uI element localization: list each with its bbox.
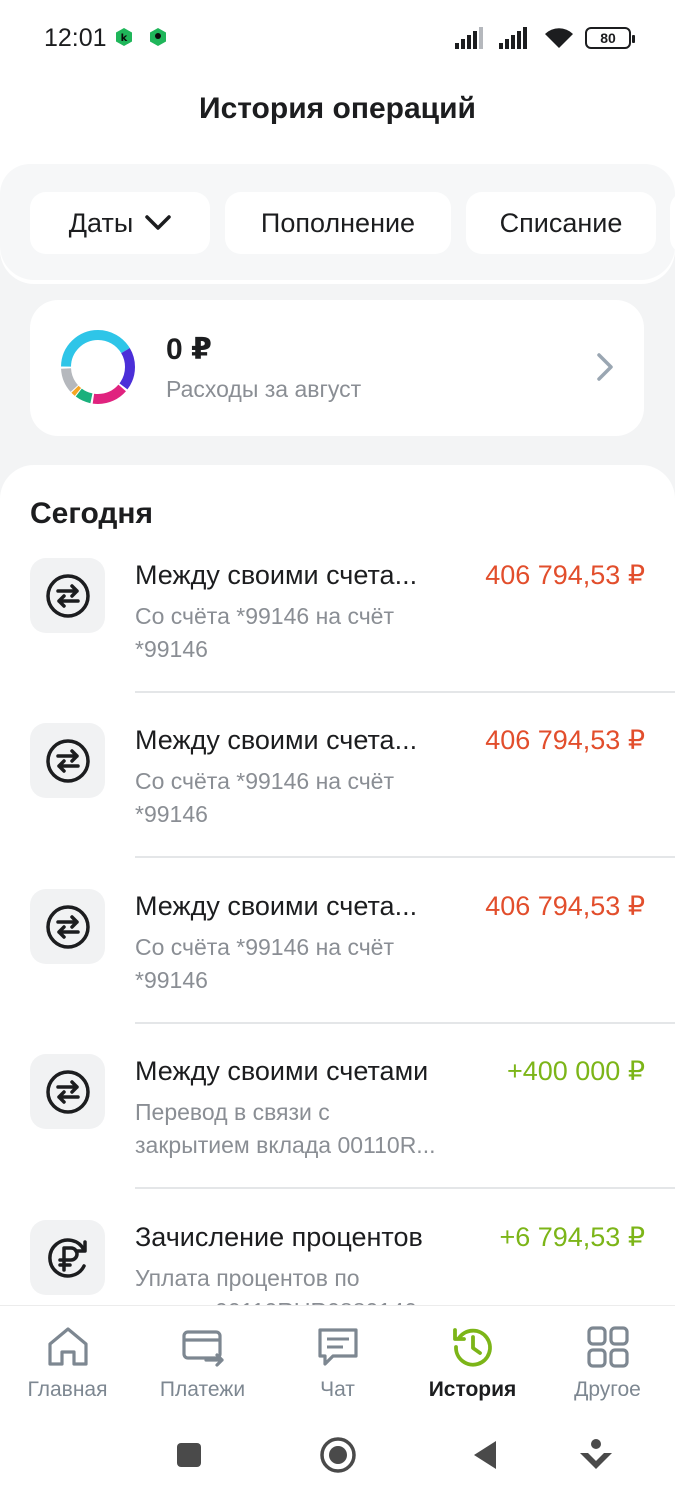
status-indicators: 80 bbox=[455, 24, 635, 52]
nav-history-label: История bbox=[428, 1378, 517, 1401]
chevron-down-icon bbox=[145, 215, 171, 230]
operation-title: Между своими счета... bbox=[135, 560, 418, 590]
page-title: История операций bbox=[199, 92, 476, 125]
nav-payments-label: Платежи bbox=[159, 1378, 246, 1401]
grid-icon bbox=[587, 1326, 629, 1368]
operation-amount: +6 794,53 ₽ bbox=[499, 1222, 645, 1252]
page-header: История операций bbox=[0, 74, 675, 154]
chevron-right-icon bbox=[597, 353, 613, 381]
transfer-arrows-icon bbox=[45, 738, 90, 783]
payments-icon bbox=[182, 1330, 224, 1367]
operation-title: Зачисление процентов bbox=[135, 1222, 423, 1252]
shield-app-icon bbox=[150, 28, 166, 46]
status-time: 12:01 bbox=[44, 24, 107, 52]
signal-icon-2 bbox=[499, 27, 527, 49]
filter-debit[interactable]: Списание bbox=[466, 192, 656, 254]
operation-amount: 406 794,53 ₽ bbox=[485, 725, 645, 755]
operation-row[interactable]: Между своими счета... 406 794,53 ₽ Со сч… bbox=[0, 889, 675, 1055]
kaspersky-app-icon: k bbox=[116, 28, 132, 46]
operation-description-line: Перевод в связи с bbox=[135, 1099, 330, 1125]
nav-chat[interactable]: Чат bbox=[270, 1320, 405, 1410]
row-divider bbox=[135, 691, 675, 693]
operation-description-line: Уплата процентов по bbox=[135, 1265, 360, 1291]
filters-scroll[interactable]: Даты Пополнение Списание bbox=[0, 164, 675, 280]
operation-icon-box bbox=[30, 889, 105, 964]
expenses-label: Расходы за август bbox=[166, 376, 362, 402]
expenses-amount: 0 ₽ bbox=[166, 333, 212, 366]
operation-description: Со счёта *99146 на счёт *99146 bbox=[135, 600, 475, 666]
operations-list[interactable]: Сегодня Между своими счета... 406 794,53… bbox=[0, 465, 675, 1325]
operation-amount: +400 000 ₽ bbox=[506, 1056, 645, 1086]
bottom-navigation: Главная Платежи Чат История Другое bbox=[0, 1305, 675, 1417]
system-navigation-bar bbox=[0, 1417, 675, 1500]
nav-history[interactable]: История bbox=[405, 1320, 540, 1410]
transfer-arrows-icon bbox=[45, 904, 90, 949]
operation-description-line: Со счёта *99146 на счёт bbox=[135, 934, 394, 960]
signal-icon bbox=[455, 27, 483, 49]
wifi-icon bbox=[545, 28, 573, 48]
operation-title: Между своими счетами bbox=[135, 1056, 429, 1086]
operation-row[interactable]: Между своими счета... 406 794,53 ₽ Со сч… bbox=[0, 558, 675, 724]
operation-description-line: Со счёта *99146 на счёт bbox=[135, 768, 394, 794]
battery-indicator: 80 bbox=[585, 27, 635, 49]
filter-top-up-label: Пополнение bbox=[260, 207, 416, 238]
assistant-icon[interactable] bbox=[576, 1435, 616, 1475]
status-bar: 12:01 k 80 bbox=[0, 0, 675, 74]
row-divider bbox=[135, 1187, 675, 1189]
nav-home-label: Главная bbox=[27, 1378, 108, 1401]
operation-description-line: *99146 bbox=[135, 636, 208, 662]
operation-amount: 406 794,53 ₽ bbox=[485, 560, 645, 590]
nav-home[interactable]: Главная bbox=[0, 1320, 135, 1410]
history-icon bbox=[453, 1328, 492, 1367]
nav-payments[interactable]: Платежи bbox=[135, 1320, 270, 1410]
expenses-donut-chart bbox=[61, 330, 135, 404]
transfer-arrows-icon bbox=[45, 573, 90, 618]
operation-amount: 406 794,53 ₽ bbox=[485, 891, 645, 921]
operation-description: Перевод в связи с закрытием вклада 00110… bbox=[135, 1096, 475, 1162]
filters-bar: Даты Пополнение Списание bbox=[0, 154, 675, 284]
operation-title: Между своими счета... bbox=[135, 891, 418, 921]
operation-icon-box bbox=[30, 558, 105, 633]
nav-other[interactable]: Другое bbox=[540, 1320, 675, 1410]
section-title-today: Сегодня bbox=[30, 497, 154, 530]
operation-description-line: *99146 bbox=[135, 967, 208, 993]
row-divider bbox=[135, 856, 675, 858]
expenses-card[interactable]: 0 ₽ Расходы за август bbox=[30, 300, 644, 436]
operation-description: Со счёта *99146 на счёт *99146 bbox=[135, 765, 475, 831]
operation-description-line: *99146 bbox=[135, 801, 208, 827]
operation-description-line: Со счёта *99146 на счёт bbox=[135, 603, 394, 629]
ruble-refresh-icon bbox=[47, 1237, 87, 1278]
battery-level: 80 bbox=[600, 30, 616, 46]
home-icon bbox=[48, 1327, 88, 1366]
row-divider bbox=[135, 1022, 675, 1024]
transfer-arrows-icon bbox=[45, 1069, 90, 1114]
filter-dates-label: Даты bbox=[68, 207, 134, 238]
filter-top-up[interactable]: Пополнение bbox=[225, 192, 451, 254]
filter-more[interactable] bbox=[670, 192, 675, 254]
nav-other-label: Другое bbox=[574, 1378, 641, 1401]
filter-dates[interactable]: Даты bbox=[30, 192, 210, 254]
filter-debit-label: Списание bbox=[499, 207, 623, 238]
chat-icon bbox=[318, 1328, 358, 1366]
operation-row[interactable]: Между своими счетами +400 000 ₽ Перевод … bbox=[0, 1054, 675, 1220]
operation-title: Между своими счета... bbox=[135, 725, 418, 755]
operation-icon-box bbox=[30, 1054, 105, 1129]
home-button-icon[interactable] bbox=[318, 1435, 358, 1475]
svg-text:k: k bbox=[121, 33, 128, 44]
operation-icon-box bbox=[30, 723, 105, 798]
nav-chat-label: Чат bbox=[320, 1378, 355, 1401]
recent-apps-icon[interactable] bbox=[169, 1435, 209, 1475]
operation-description-line: закрытием вклада 00110R... bbox=[135, 1132, 436, 1158]
operation-row[interactable]: Между своими счета... 406 794,53 ₽ Со сч… bbox=[0, 723, 675, 889]
back-icon[interactable] bbox=[466, 1435, 506, 1475]
operation-description: Со счёта *99146 на счёт *99146 bbox=[135, 931, 475, 997]
operation-icon-box bbox=[30, 1220, 105, 1295]
